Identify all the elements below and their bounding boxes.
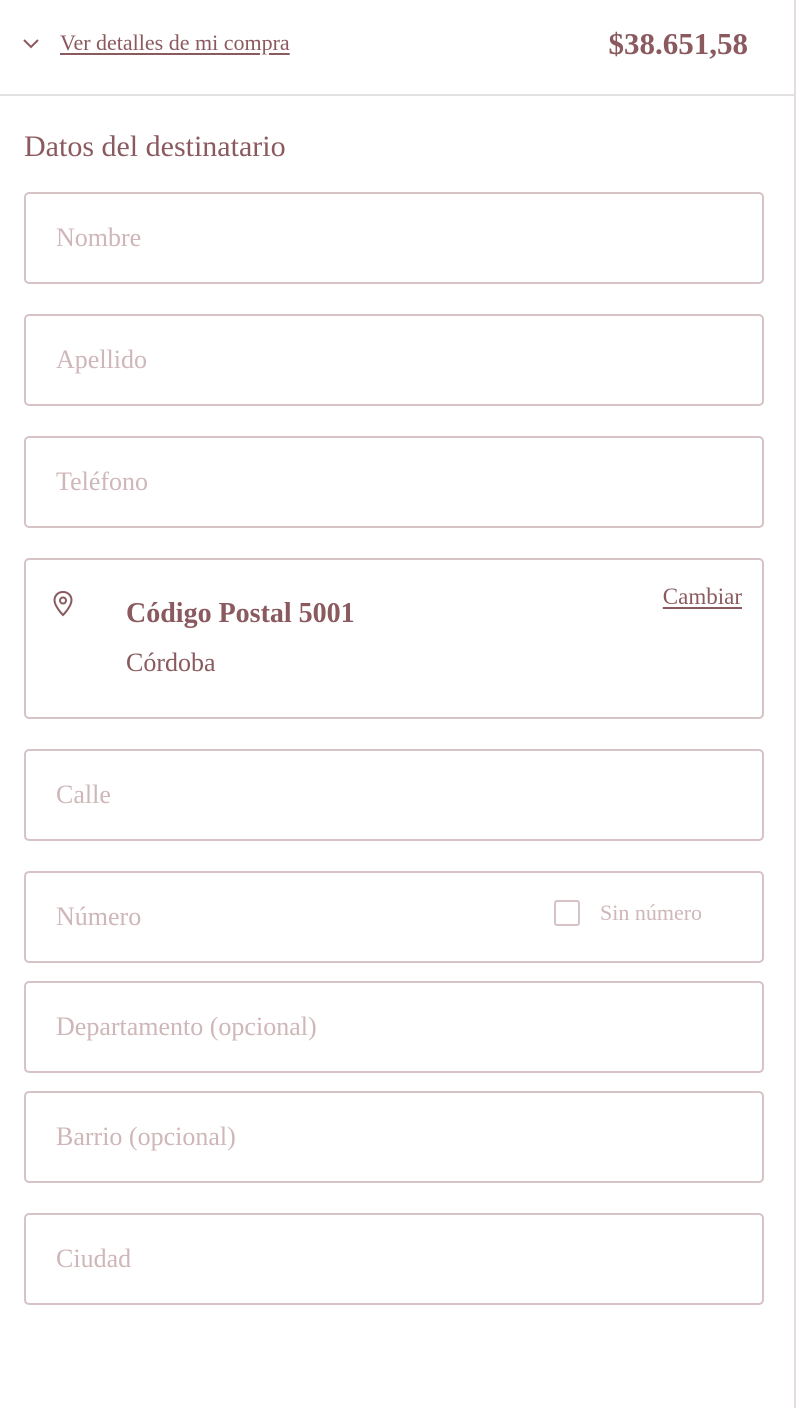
ciudad-input[interactable] xyxy=(26,1215,762,1303)
apellido-input[interactable] xyxy=(26,316,762,404)
barrio-input[interactable] xyxy=(26,1093,762,1181)
postal-code-card: Código Postal 5001 Córdoba Cambiar xyxy=(24,558,764,719)
section-title: Datos del destinatario xyxy=(24,130,286,163)
order-details-toggle[interactable]: Ver detalles de mi compra xyxy=(22,30,290,56)
postal-city: Córdoba xyxy=(126,648,216,677)
sin-numero-label: Sin número xyxy=(600,900,703,925)
calle-input[interactable] xyxy=(26,751,762,839)
chevron-down-icon[interactable] xyxy=(22,37,40,49)
nombre-input[interactable] xyxy=(26,194,762,282)
order-total: $38.651,58 xyxy=(608,26,749,61)
postal-code-label: Código Postal 5001 xyxy=(126,598,355,629)
nombre-field-wrapper xyxy=(24,192,764,284)
departamento-field-wrapper xyxy=(24,981,764,1073)
order-summary-bar: Ver detalles de mi compra $38.651,58 xyxy=(0,0,794,96)
numero-field-wrapper: Sin número xyxy=(24,871,764,963)
telefono-field-wrapper xyxy=(24,436,764,528)
ciudad-field-wrapper xyxy=(24,1213,764,1305)
order-details-link[interactable]: Ver detalles de mi compra xyxy=(60,30,290,56)
location-pin-icon xyxy=(52,590,74,623)
calle-field-wrapper xyxy=(24,749,764,841)
barrio-field-wrapper xyxy=(24,1091,764,1183)
sin-numero-checkbox[interactable] xyxy=(554,900,580,926)
telefono-input[interactable] xyxy=(26,438,762,526)
sin-numero-option[interactable]: Sin número xyxy=(554,900,702,926)
departamento-input[interactable] xyxy=(26,983,762,1071)
change-postal-code-link[interactable]: Cambiar xyxy=(663,584,742,610)
apellido-field-wrapper xyxy=(24,314,764,406)
